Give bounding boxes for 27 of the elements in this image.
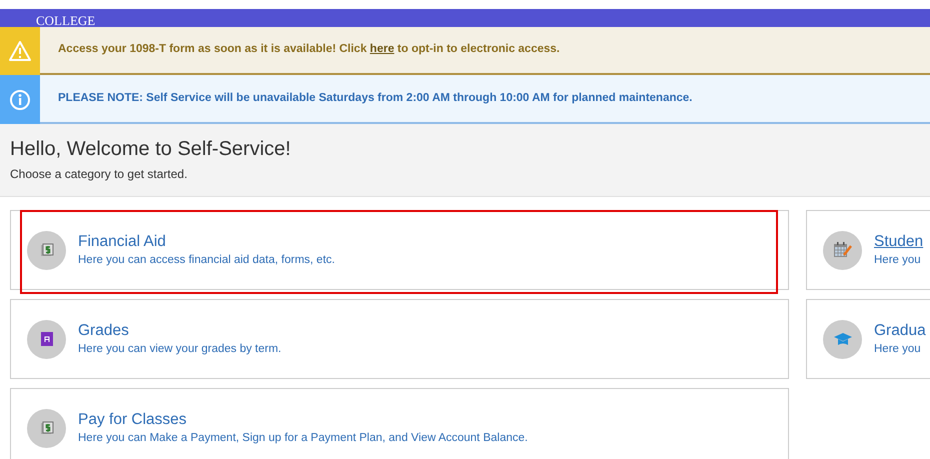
category-card[interactable]: Gradua Here you [806, 299, 930, 379]
info-icon [9, 88, 31, 110]
welcome-subtitle: Choose a category to get started. [10, 166, 188, 183]
alert-message: Access your 1098-T form as soon as it is available! Click here to opt-in to electronic access. [58, 42, 560, 58]
graduation-cap-icon [832, 331, 852, 347]
college-logo[interactable]: COLLEGE [36, 15, 96, 27]
calendar-pencil-icon [832, 242, 852, 258]
category-card[interactable]: Studen Here you [806, 210, 930, 290]
category-title[interactable]: Grades [78, 320, 282, 341]
warning-icon [8, 40, 32, 62]
category-title[interactable]: Studen [874, 230, 924, 252]
category-card[interactable]: Pay for Classes Here you can Make a Payment, Sign up for a Payment Plan, and View Account Balance. [10, 388, 789, 459]
category-description: Here you [874, 252, 922, 268]
welcome-heading: Hello, Welcome to Self-Service! [10, 137, 292, 162]
money-icon [40, 421, 54, 435]
category-description: Here you can access financial aid data, forms, etc. [78, 252, 335, 268]
category-description: Here you can view your grades by term. [78, 342, 282, 357]
category-title[interactable]: Gradua [874, 320, 926, 341]
alert-message: PLEASE NOTE: Self Service will be unavailable Saturdays from 2:00 AM through 10:00 AM for planned maintenance. [58, 90, 692, 106]
category-title[interactable]: Pay for Classes [78, 408, 528, 430]
category-description: Here you can Make a Payment, Sign up for a Payment Plan, and View Account Balance. [78, 430, 528, 446]
category-title[interactable]: Financial Aid [78, 230, 335, 252]
money-icon [40, 243, 54, 257]
grade-book-icon [40, 332, 52, 346]
opt-in-link[interactable]: here [370, 43, 394, 56]
category-card[interactable]: Grades Here you can view your grades by term. [10, 299, 789, 379]
category-description: Here you [874, 342, 922, 357]
